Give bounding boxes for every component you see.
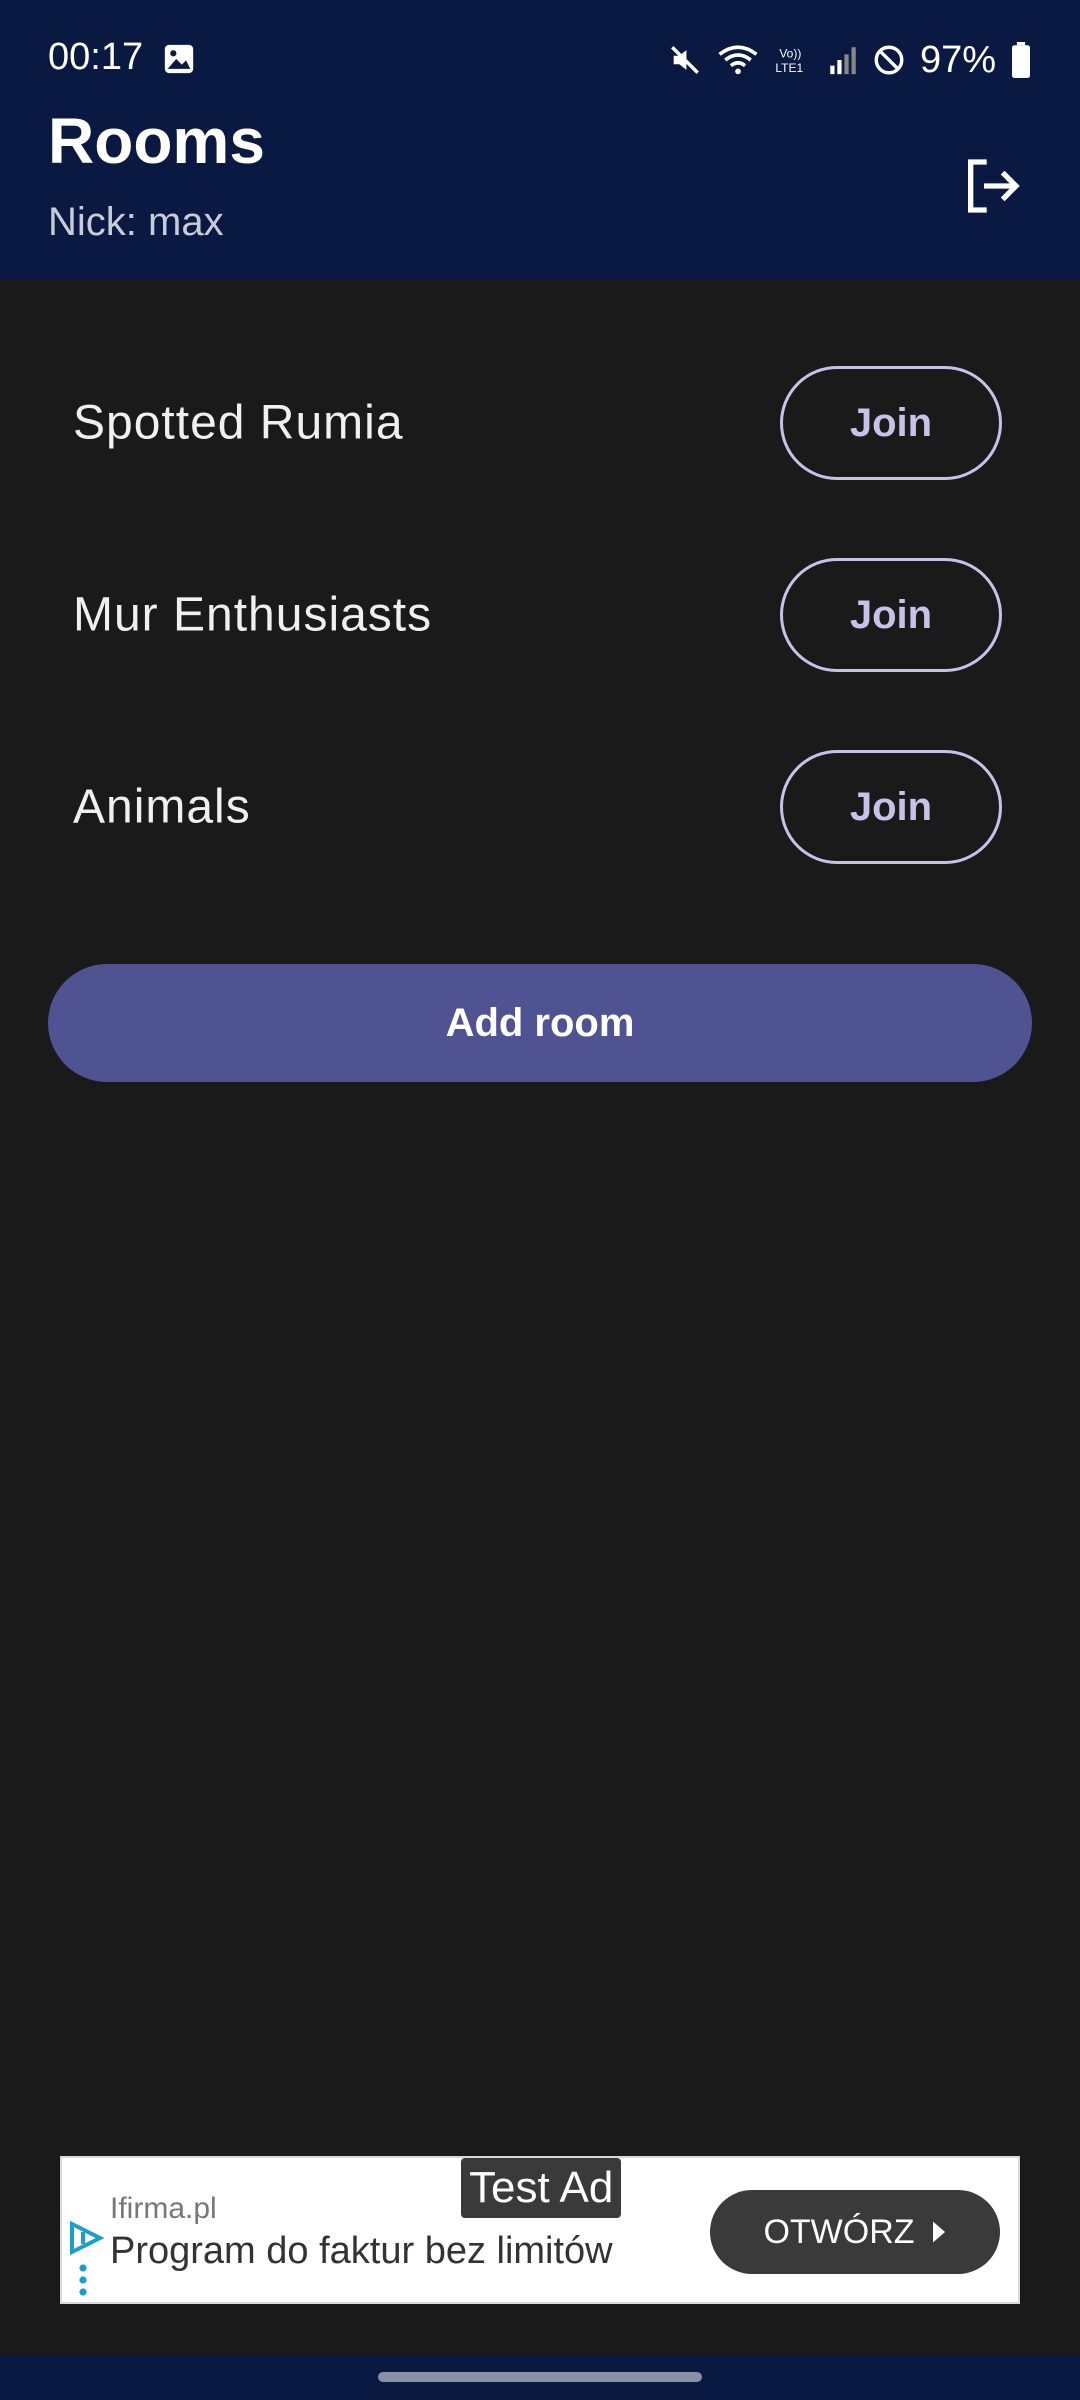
mute-icon xyxy=(670,46,699,74)
room-name: Animals xyxy=(73,780,251,834)
join-button[interactable]: Join xyxy=(780,558,1002,672)
do-not-disturb-icon xyxy=(874,45,904,75)
logout-button[interactable] xyxy=(950,144,1034,228)
signal-icon xyxy=(830,47,856,75)
page-title: Rooms xyxy=(48,105,265,177)
ad-choices-icon xyxy=(70,2220,104,2296)
play-arrow-icon xyxy=(932,2221,945,2243)
battery-percent: 97% xyxy=(919,38,996,81)
status-bar: 00:17 Vo)) LTE1 97% xyxy=(0,0,1080,120)
logout-icon xyxy=(968,159,1020,213)
add-room-button[interactable]: Add room xyxy=(48,964,1032,1082)
room-item: Animals Join xyxy=(0,732,1080,882)
navigation-bar xyxy=(0,2356,1080,2400)
svg-text:LTE1: LTE1 xyxy=(775,61,803,75)
battery-icon xyxy=(1012,42,1030,78)
ad-domain: Ifirma.pl xyxy=(110,2192,217,2225)
room-item: Spotted Rumia Join xyxy=(0,348,1080,498)
room-item: Mur Enthusiasts Join xyxy=(0,540,1080,690)
join-button[interactable]: Join xyxy=(780,366,1002,480)
svg-text:Vo)): Vo)) xyxy=(779,46,801,60)
status-icons: Vo)) LTE1 97% xyxy=(668,36,1032,84)
room-name: Mur Enthusiasts xyxy=(73,588,433,642)
ad-banner[interactable]: Test Ad Ifirma.pl Program do faktur bez … xyxy=(60,2156,1020,2304)
room-name: Spotted Rumia xyxy=(73,396,404,450)
nick-label: Nick: max xyxy=(48,200,224,244)
home-gesture-handle[interactable] xyxy=(378,2372,702,2382)
join-button[interactable]: Join xyxy=(780,750,1002,864)
ad-open-button[interactable]: OTWÓRZ xyxy=(710,2190,1000,2274)
ad-headline: Program do faktur bez limitów xyxy=(110,2230,613,2272)
wifi-icon xyxy=(718,45,758,75)
app-header: 00:17 Vo)) LTE1 97% Rooms Nick: max xyxy=(0,0,1080,280)
volte-icon: Vo)) LTE1 xyxy=(775,46,803,75)
ad-cta-label: OTWÓRZ xyxy=(763,2212,915,2251)
status-time: 00:17 xyxy=(48,36,144,78)
test-ad-label: Test Ad xyxy=(461,2158,622,2218)
image-notification-icon xyxy=(164,44,194,74)
